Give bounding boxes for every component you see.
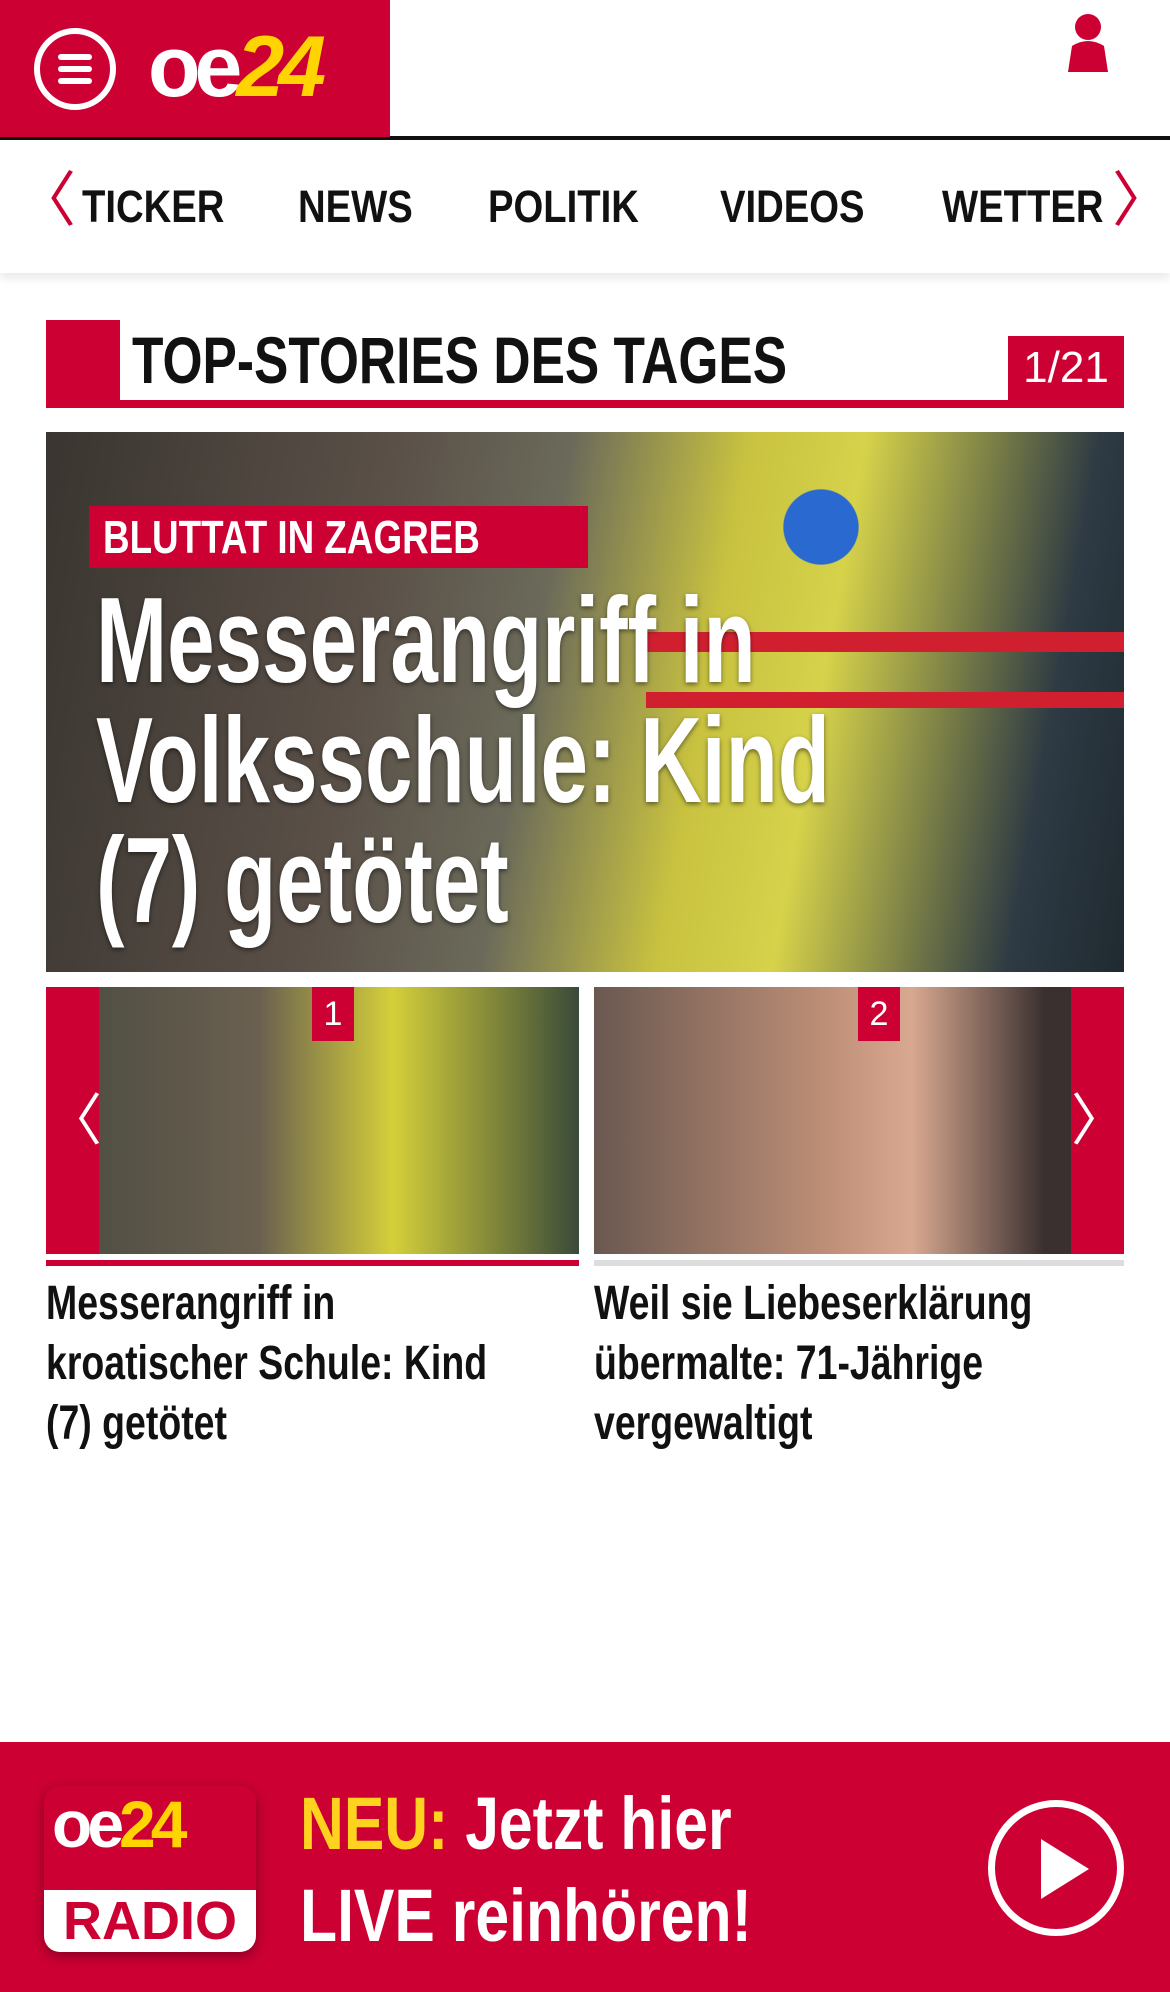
card-number: 2 (858, 987, 900, 1041)
play-icon[interactable] (988, 1800, 1124, 1936)
card-caption-1[interactable]: Messerangriff in kroatischer Schule: Kin… (46, 1274, 514, 1454)
logo-box: oe24 (0, 0, 390, 137)
nav-item-politik[interactable]: POLITIK (488, 181, 639, 233)
card-number: 1 (312, 987, 354, 1041)
carousel-prev-arrow[interactable]: 〈 (46, 987, 102, 1254)
radio-banner[interactable]: oe24 RADIO NEU: Jetzt hier LIVE reinhöre… (0, 1742, 1170, 1992)
hero-story[interactable]: BLUTTAT IN ZAGREB Messerangriff in Volks… (46, 432, 1124, 972)
header: oe24 (0, 0, 1170, 140)
card-caption-2[interactable]: Weil sie Liebeserklärung übermalte: 71-J… (594, 1274, 1062, 1454)
radio-promo-text: NEU: Jetzt hier LIVE reinhören! (300, 1778, 752, 1962)
logo-text: oe (148, 19, 242, 115)
nav-item-videos[interactable]: VIDEOS (720, 181, 865, 233)
hero-headline[interactable]: Messerangriff in Volksschule: Kind (7) g… (96, 579, 866, 941)
promo-line-1: Jetzt hier (448, 1782, 732, 1865)
active-indicator (46, 1260, 579, 1266)
section-title: TOP-STORIES DES TAGES (132, 323, 788, 397)
category-nav: 〈 TICKER NEWS POLITIK VIDEOS WETTER 〉 (0, 141, 1170, 273)
oe24-logo[interactable]: oe24 (148, 19, 326, 115)
nav-prev-arrow[interactable]: 〈 (16, 171, 76, 231)
hero-kicker-text: BLUTTAT IN ZAGREB (103, 511, 480, 563)
promo-line-2: LIVE reinhören! (300, 1874, 752, 1957)
story-card-2[interactable]: 2 (594, 987, 1124, 1254)
oe24-radio-logo: oe24 RADIO (44, 1786, 256, 1952)
story-card-1[interactable]: 1 (46, 987, 579, 1254)
nav-next-arrow[interactable]: 〉 (1112, 171, 1170, 231)
radio-logo-sub: RADIO (44, 1890, 256, 1952)
inactive-indicator (594, 1260, 1124, 1266)
logo-accent: 24 (236, 19, 326, 115)
radio-logo-accent: 24 (119, 1787, 187, 1861)
user-icon[interactable] (1062, 12, 1114, 72)
promo-highlight: NEU: (300, 1782, 449, 1865)
menu-icon[interactable] (34, 28, 116, 110)
nav-item-news[interactable]: NEWS (298, 181, 413, 233)
section-header: TOP-STORIES DES TAGES 1/21 (46, 320, 1124, 408)
nav-item-ticker[interactable]: TICKER (82, 181, 224, 233)
radio-logo-text: oe (52, 1787, 124, 1861)
carousel-next-arrow[interactable]: 〉 (1071, 987, 1127, 1254)
nav-item-wetter[interactable]: WETTER (942, 181, 1103, 233)
slide-counter: 1/21 (1008, 336, 1124, 400)
hero-kicker: BLUTTAT IN ZAGREB (89, 506, 589, 568)
section-underline (46, 400, 1124, 408)
section-marker (46, 320, 120, 408)
